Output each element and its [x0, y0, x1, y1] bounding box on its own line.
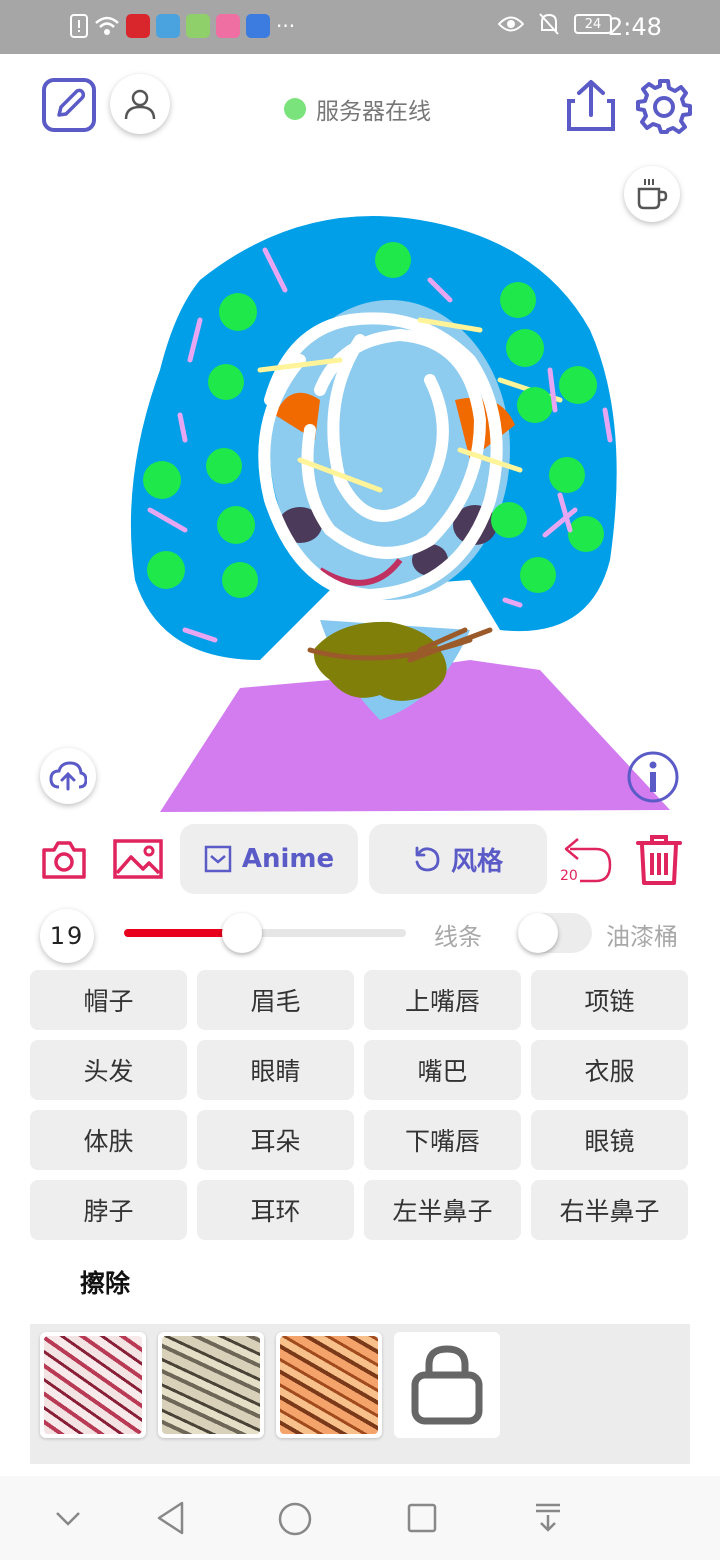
part-button-earrings[interactable]: 耳环: [197, 1180, 354, 1240]
coffee-icon: [637, 179, 668, 210]
part-button-skin[interactable]: 体肤: [30, 1110, 187, 1170]
style-thumb-1-preview: [44, 1336, 142, 1434]
locked-style[interactable]: [394, 1332, 500, 1438]
drawing-artwork: [130, 216, 670, 812]
model-icon: [204, 845, 232, 873]
style-button[interactable]: 风格: [369, 824, 547, 894]
status-system: 24: [498, 12, 612, 36]
notification-down-icon: [536, 1503, 560, 1532]
settings-button[interactable]: [634, 76, 694, 136]
recents-button[interactable]: [404, 1500, 440, 1536]
home-button[interactable]: [276, 1500, 314, 1538]
edit-icon: [42, 78, 96, 132]
app-icon-4: [216, 14, 240, 38]
refresh-icon: [415, 846, 440, 872]
part-button-eyebrows[interactable]: 眉毛: [197, 970, 354, 1030]
model-button[interactable]: Anime: [180, 824, 358, 894]
part-grid: 帽子 眉毛 上嘴唇 项链 头发 眼睛 嘴巴 衣服 体肤 耳朵 下嘴唇 眼镜 脖子…: [30, 970, 690, 1240]
style-thumb-2[interactable]: [158, 1332, 264, 1438]
lock-icon: [411, 1345, 483, 1425]
style-thumb-3[interactable]: [276, 1332, 382, 1438]
notification-shade-button[interactable]: [530, 1500, 566, 1536]
style-label: 风格: [450, 846, 503, 877]
account-button[interactable]: [110, 74, 170, 134]
brush-settings: 19 线条 油漆桶: [0, 905, 720, 965]
part-button-clothes[interactable]: 衣服: [531, 1040, 688, 1100]
alert-icon: [70, 14, 88, 38]
part-button-hair[interactable]: 头发: [30, 1040, 187, 1100]
image-icon: [113, 839, 163, 879]
part-button-ears[interactable]: 耳朵: [197, 1110, 354, 1170]
status-bar: ··· 24 2:48: [0, 0, 720, 54]
server-status: 服务器在线: [284, 92, 431, 126]
clock: 2:48: [608, 13, 662, 41]
tool-row: Anime 风格 20: [0, 822, 720, 898]
model-label: Anime: [241, 844, 335, 874]
status-notifications: ···: [70, 14, 295, 38]
home-icon: [278, 1502, 312, 1536]
lines-label: 线条: [434, 923, 482, 951]
style-picker: [30, 1324, 690, 1464]
eye-icon: [498, 16, 524, 32]
part-button-mouth[interactable]: 嘴巴: [364, 1040, 521, 1100]
server-status-label: 服务器在线: [316, 99, 431, 125]
edit-button[interactable]: [40, 76, 98, 134]
part-button-left-nose[interactable]: 左半鼻子: [364, 1180, 521, 1240]
undo-count: 20: [560, 868, 578, 884]
style-thumb-2-preview: [162, 1336, 260, 1434]
info-icon: [627, 751, 679, 803]
wifi-icon: [95, 16, 119, 35]
top-bar: 服务器在线: [0, 54, 720, 154]
online-dot-icon: [284, 98, 306, 120]
part-button-lower-lip[interactable]: 下嘴唇: [364, 1110, 521, 1170]
share-icon: [567, 80, 615, 131]
part-button-necklace[interactable]: 项链: [531, 970, 688, 1030]
battery-indicator: 24: [574, 14, 612, 34]
user-icon: [124, 89, 156, 120]
app-icon-5: [246, 14, 270, 38]
part-button-eyes[interactable]: 眼睛: [197, 1040, 354, 1100]
drawing-canvas[interactable]: [0, 160, 720, 815]
mute-icon: [539, 13, 559, 35]
navigation-bar: [0, 1476, 720, 1560]
erase-button[interactable]: 擦除: [80, 1264, 130, 1300]
app-icon-3: [186, 14, 210, 38]
share-button[interactable]: [562, 78, 620, 134]
chevron-down-icon: [56, 1512, 80, 1526]
part-button-right-nose[interactable]: 右半鼻子: [531, 1180, 688, 1240]
coffee-button[interactable]: [624, 166, 680, 222]
toggle-knob: [518, 913, 558, 953]
undo-button[interactable]: 20: [558, 832, 614, 888]
part-button-neck[interactable]: 脖子: [30, 1180, 187, 1240]
part-button-upper-lip[interactable]: 上嘴唇: [364, 970, 521, 1030]
clear-button[interactable]: [632, 832, 686, 888]
settings-icon: [636, 79, 692, 134]
app-icon-2: [156, 14, 180, 38]
part-button-hat[interactable]: 帽子: [30, 970, 187, 1030]
style-thumb-3-preview: [280, 1336, 378, 1434]
camera-button[interactable]: [40, 836, 88, 884]
slider-fill: [124, 929, 234, 937]
more-notifications-icon: ···: [276, 14, 296, 38]
upload-button[interactable]: [40, 748, 96, 804]
style-thumb-1[interactable]: [40, 1332, 146, 1438]
brush-size-value: 19: [40, 909, 94, 963]
slider-thumb[interactable]: [221, 913, 262, 953]
brush-size-slider[interactable]: [124, 913, 406, 953]
back-button[interactable]: [152, 1498, 188, 1538]
cloud-upload-icon: [49, 761, 87, 791]
hide-nav-button[interactable]: [52, 1504, 84, 1532]
trash-icon: [636, 835, 682, 885]
back-icon: [157, 1501, 184, 1535]
part-button-glasses[interactable]: 眼镜: [531, 1110, 688, 1170]
recents-icon: [407, 1503, 437, 1533]
gallery-button[interactable]: [112, 836, 164, 882]
info-button[interactable]: [626, 750, 680, 804]
app-icon-1: [126, 14, 150, 38]
bucket-toggle[interactable]: [518, 913, 592, 953]
camera-icon: [42, 841, 86, 879]
bucket-label: 油漆桶: [606, 923, 678, 951]
